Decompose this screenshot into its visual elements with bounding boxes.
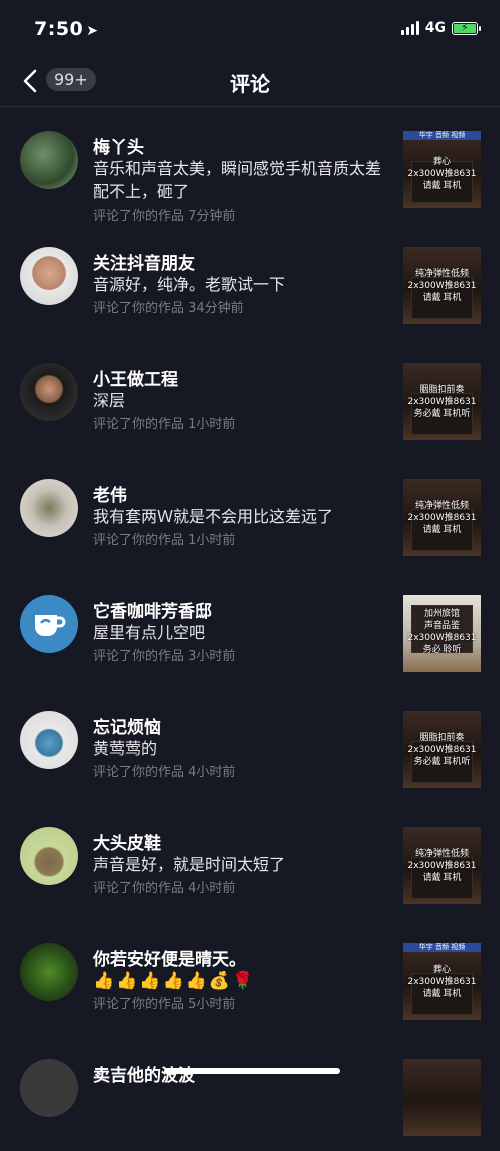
comment-meta: 评论了你的作品 1小时前 <box>93 417 236 432</box>
comment-meta: 评论了你的作品 7分钟前 <box>93 209 236 224</box>
user-name[interactable]: 梅丫头 <box>93 133 144 158</box>
list-item[interactable]: 关注抖音朋友 音源好，纯净。老歌试一下 评论了你的作品 34分钟前 纯净弹性低频… <box>0 223 500 339</box>
video-thumbnail[interactable]: 胭脂扣前奏 2x300W推8631 务必戴 耳机听 <box>403 711 481 788</box>
user-name[interactable]: 关注抖音朋友 <box>93 249 195 274</box>
avatar[interactable] <box>20 1059 78 1117</box>
user-name[interactable]: 老伟 <box>93 481 127 506</box>
list-item[interactable]: 你若安好便是晴天。 👍👍👍👍👍💰🌹 评论了你的作品 5小时前 华宇 音频 视频 … <box>0 919 500 1035</box>
comment-list: 梅丫头 音乐和声音太美，瞬间感觉手机音质太差配不上，砸了 评论了你的作品 7分钟… <box>0 107 500 1151</box>
comment-meta: 评论了你的作品 3小时前 <box>93 649 236 664</box>
user-name[interactable]: 它香咖啡芳香邸 <box>93 597 212 622</box>
comment-meta: 评论了你的作品 5小时前 <box>93 997 236 1012</box>
user-name[interactable]: 大头皮鞋 <box>93 829 161 854</box>
video-thumbnail[interactable]: 纯净弹性低频 2x300W推8631 请戴 耳机 <box>403 479 481 556</box>
video-thumbnail[interactable]: 华宇 音频 视频 葬心 2x300W推8631 请戴 耳机 <box>403 943 481 1020</box>
list-item[interactable]: 大头皮鞋 声音是好，就是时间太短了 评论了你的作品 4小时前 纯净弹性低频 2x… <box>0 803 500 919</box>
avatar[interactable] <box>20 131 78 189</box>
video-thumbnail[interactable]: 纯净弹性低频 2x300W推8631 请戴 耳机 <box>403 827 481 904</box>
avatar[interactable] <box>20 711 78 769</box>
network-type: 4G <box>424 20 446 36</box>
list-item[interactable]: 梅丫头 音乐和声音太美，瞬间感觉手机音质太差配不上，砸了 评论了你的作品 7分钟… <box>0 107 500 224</box>
comment-meta: 评论了你的作品 4小时前 <box>93 765 236 780</box>
location-arrow-icon: ➤ <box>86 23 99 39</box>
comment-text: 音乐和声音太美，瞬间感觉手机音质太差配不上，砸了 <box>93 159 382 201</box>
comment-text: 音源好，纯净。老歌试一下 <box>93 275 286 294</box>
comment-text: 屋里有点儿空吧 <box>93 623 206 642</box>
video-thumbnail[interactable]: 胭脂扣前奏 2x300W推8631 务必戴 耳机听 <box>403 363 481 440</box>
avatar[interactable] <box>20 943 78 1001</box>
list-item[interactable]: 卖吉他的波波 <box>0 1035 500 1151</box>
comment-meta: 评论了你的作品 1小时前 <box>93 533 236 548</box>
video-thumbnail[interactable] <box>403 1059 481 1136</box>
status-time: 7:50 ➤ <box>34 18 99 40</box>
list-item[interactable]: 忘记烦恼 黄莺莺的 评论了你的作品 4小时前 胭脂扣前奏 2x300W推8631… <box>0 687 500 803</box>
comment-text: 👍👍👍👍👍💰🌹 <box>93 971 256 991</box>
user-name[interactable]: 忘记烦恼 <box>93 713 161 738</box>
avatar[interactable] <box>20 363 78 421</box>
video-thumbnail[interactable]: 加州旅馆 声音品鉴 2x300W推8631 务必 聆听 <box>403 595 481 672</box>
user-name[interactable]: 你若安好便是晴天。 <box>93 945 246 970</box>
comment-text: 我有套两Ｗ就是不会用比这差远了 <box>93 507 334 526</box>
list-item[interactable]: 小王做工程 深层 评论了你的作品 1小时前 胭脂扣前奏 2x300W推8631 … <box>0 339 500 455</box>
avatar[interactable] <box>20 827 78 885</box>
list-item[interactable]: 老伟 我有套两Ｗ就是不会用比这差远了 评论了你的作品 1小时前 纯净弹性低频 2… <box>0 455 500 571</box>
comment-text: 黄莺莺的 <box>93 739 158 758</box>
comment-text: 深层 <box>93 391 126 410</box>
avatar[interactable] <box>20 595 78 653</box>
status-bar: 7:50 ➤ 4G ⚡ <box>0 0 500 60</box>
battery-charging-icon: ⚡ <box>452 21 481 35</box>
user-name[interactable]: 小王做工程 <box>93 365 178 390</box>
comment-meta: 评论了你的作品 34分钟前 <box>93 301 244 316</box>
coffee-cup-icon <box>35 615 66 636</box>
list-item[interactable]: 它香咖啡芳香邸 屋里有点儿空吧 评论了你的作品 3小时前 加州旅馆 声音品鉴 2… <box>0 571 500 687</box>
cellular-signal-icon <box>400 21 419 35</box>
page-title: 评论 <box>230 72 270 96</box>
avatar[interactable] <box>20 247 78 305</box>
home-indicator[interactable] <box>164 1068 340 1074</box>
video-thumbnail[interactable]: 华宇 音频 视频 葬心 2x300W推8631 请戴 耳机 <box>403 131 481 208</box>
comment-text: 声音是好，就是时间太短了 <box>93 855 286 874</box>
comment-meta: 评论了你的作品 4小时前 <box>93 881 236 896</box>
video-thumbnail[interactable]: 纯净弹性低频 2x300W推8631 请戴 耳机 <box>403 247 481 324</box>
avatar[interactable] <box>20 479 78 537</box>
nav-bar: 99+ 评论 <box>0 60 500 107</box>
